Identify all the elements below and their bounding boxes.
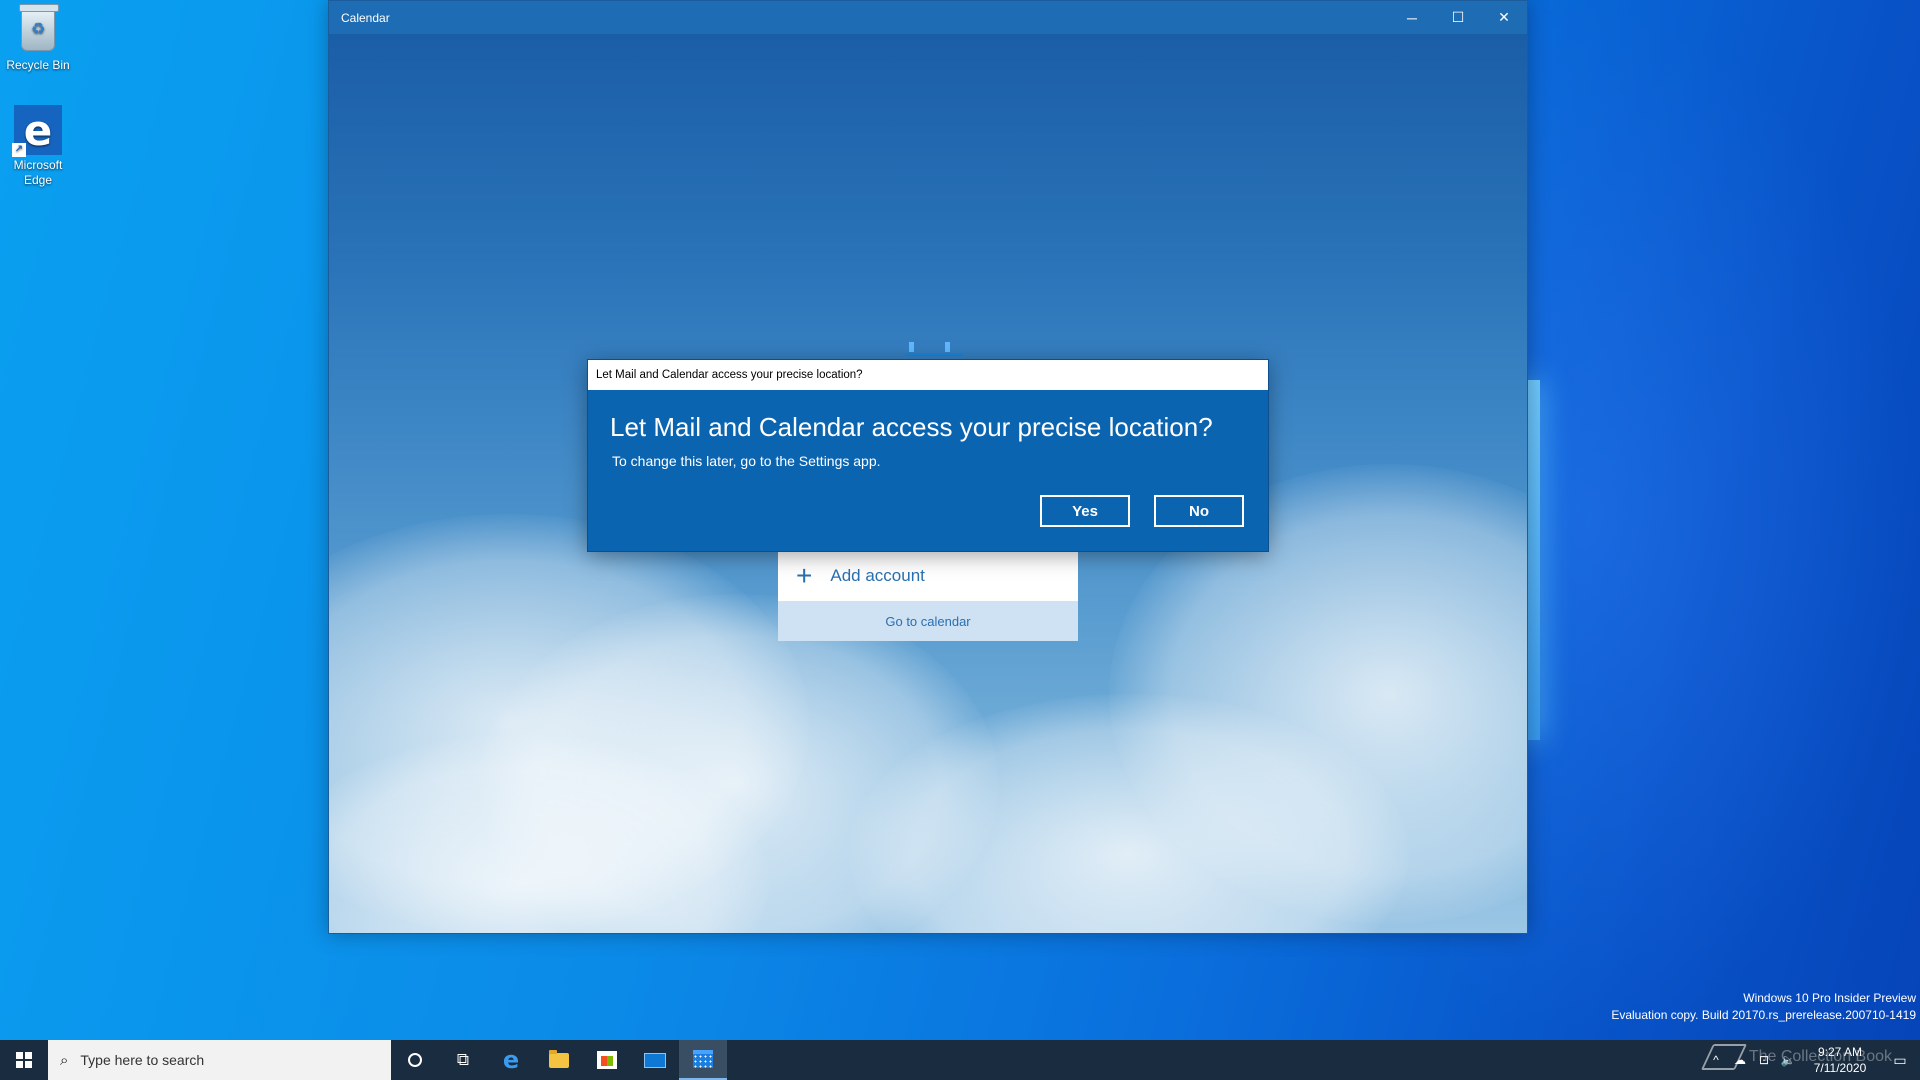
task-view-button[interactable]: ⧉: [439, 1040, 487, 1080]
add-account-label: Add account: [830, 566, 925, 585]
watermark-build: Evaluation copy. Build 20170.rs_prerelea…: [1611, 1008, 1916, 1022]
cloud-decoration: [329, 514, 809, 933]
plus-icon: +: [796, 560, 813, 591]
windows-logo-icon: [16, 1052, 32, 1068]
desktop-icon-label: Recycle Bin: [6, 58, 70, 72]
taskbar-file-explorer-button[interactable]: [535, 1040, 583, 1080]
cloud-decoration: [329, 734, 769, 933]
taskbar-mail-button[interactable]: [631, 1040, 679, 1080]
cortana-button[interactable]: [391, 1040, 439, 1080]
calendar-icon: [693, 1050, 713, 1068]
task-view-icon: ⧉: [456, 1050, 470, 1069]
minimize-button[interactable]: ─: [1389, 1, 1435, 34]
recycle-bin-icon: ♻: [14, 4, 62, 54]
cloud-decoration: [849, 694, 1409, 933]
taskbar: ⌕ Type here to search ⧉ e ^ ☁ ⊡ 🔈 9:27 A…: [0, 1040, 1920, 1080]
close-button[interactable]: ✕: [1481, 1, 1527, 34]
dialog-titlebar[interactable]: Let Mail and Calendar access your precis…: [588, 360, 1268, 390]
watermark-edition: Windows 10 Pro Insider Preview: [1743, 991, 1916, 1005]
desktop-icon-microsoft-edge[interactable]: e ↗ Microsoft Edge: [0, 105, 76, 188]
search-icon: ⌕: [60, 1051, 69, 1069]
collection-book-watermark: The Collection Book: [1700, 1044, 1892, 1070]
taskbar-calendar-button[interactable]: [679, 1040, 727, 1080]
cloud-decoration: [479, 594, 999, 933]
build-watermark: Windows 10 Pro Insider Preview Evaluatio…: [1611, 990, 1916, 1024]
window-titlebar[interactable]: Calendar ─ ☐ ✕: [329, 1, 1527, 34]
file-explorer-icon: [549, 1049, 569, 1068]
taskbar-edge-button[interactable]: e: [487, 1040, 535, 1080]
search-placeholder: Type here to search: [80, 1052, 205, 1068]
location-permission-dialog: Let Mail and Calendar access your precis…: [587, 359, 1269, 552]
loading-indicator: [905, 342, 963, 356]
start-button[interactable]: [0, 1040, 48, 1080]
dialog-subtext: To change this later, go to the Settings…: [612, 453, 881, 469]
book-icon: [1700, 1044, 1747, 1070]
taskbar-search-box[interactable]: ⌕ Type here to search: [48, 1040, 391, 1080]
mail-icon: [644, 1052, 666, 1068]
maximize-button[interactable]: ☐: [1435, 1, 1481, 34]
go-to-calendar-button[interactable]: Go to calendar: [778, 601, 1078, 641]
no-button[interactable]: No: [1154, 495, 1244, 527]
desktop-icon-recycle-bin[interactable]: ♻ Recycle Bin: [0, 4, 76, 73]
add-account-button[interactable]: + Add account: [778, 551, 1078, 601]
desktop-icon-label: Microsoft Edge: [13, 158, 63, 187]
edge-icon: e ↗: [12, 105, 62, 157]
store-icon: [597, 1051, 617, 1069]
taskbar-store-button[interactable]: [583, 1040, 631, 1080]
dialog-heading: Let Mail and Calendar access your precis…: [610, 412, 1213, 442]
cortana-icon: [408, 1053, 422, 1067]
edge-icon: e: [502, 1046, 520, 1074]
yes-button[interactable]: Yes: [1040, 495, 1130, 527]
notification-icon: ▭: [1893, 1051, 1907, 1068]
account-setup-card: + Add account Go to calendar: [778, 551, 1078, 641]
dialog-buttons: Yes No: [1040, 495, 1244, 527]
window-title: Calendar: [341, 10, 390, 25]
collection-book-text: The Collection Book: [1748, 1048, 1892, 1065]
